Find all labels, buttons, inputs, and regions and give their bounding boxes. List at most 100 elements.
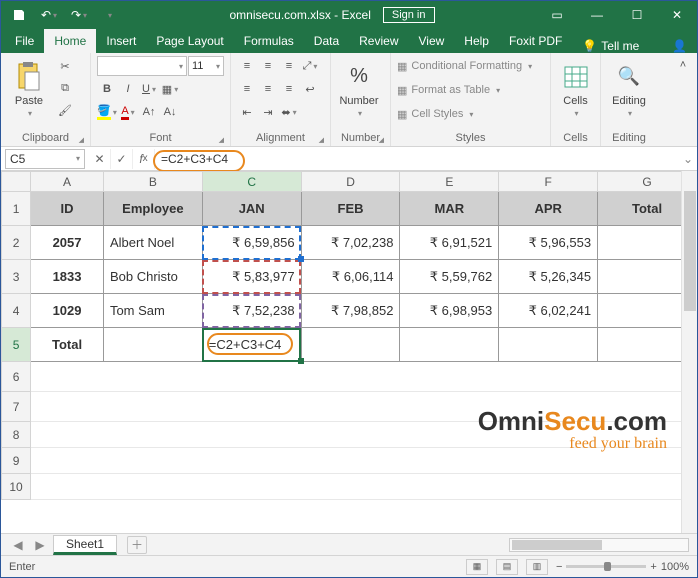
horizontal-scrollbar[interactable]: [509, 538, 689, 552]
zoom-slider[interactable]: [566, 565, 646, 568]
tab-data[interactable]: Data: [304, 29, 349, 53]
paste-button[interactable]: Paste ▾: [7, 56, 51, 122]
fill-color-button[interactable]: 🪣▾: [97, 102, 117, 122]
page-layout-view-button[interactable]: ▤: [496, 559, 518, 575]
zoom-level[interactable]: 100%: [661, 561, 689, 573]
cell-A3[interactable]: 1833: [31, 260, 104, 294]
format-painter-button[interactable]: 🖌: [55, 100, 75, 120]
cell-A1[interactable]: ID: [31, 192, 104, 226]
col-header-D[interactable]: D: [301, 172, 400, 192]
row-header-9[interactable]: 9: [2, 448, 31, 474]
cell-C1[interactable]: JAN: [202, 192, 301, 226]
cell-D3[interactable]: ₹ 6,06,114: [301, 260, 400, 294]
tab-formulas[interactable]: Formulas: [234, 29, 304, 53]
cells-button[interactable]: Cells ▾: [557, 56, 594, 122]
tab-home[interactable]: Home: [44, 29, 96, 53]
scrollbar-thumb[interactable]: [512, 540, 602, 550]
cell-styles-button[interactable]: ▦Cell Styles▾: [397, 104, 473, 124]
scrollbar-thumb[interactable]: [684, 191, 696, 311]
italic-button[interactable]: I: [118, 79, 138, 99]
zoom-out-button[interactable]: −: [556, 561, 562, 573]
align-left-button[interactable]: ≡: [237, 79, 257, 99]
row-header-4[interactable]: 4: [2, 294, 31, 328]
row-header-2[interactable]: 2: [2, 226, 31, 260]
cell-A4[interactable]: 1029: [31, 294, 104, 328]
col-header-C[interactable]: C: [202, 172, 301, 192]
cell-C3[interactable]: ₹ 5,83,977: [202, 260, 301, 294]
cell-B5[interactable]: [103, 328, 202, 362]
row-header-7[interactable]: 7: [2, 392, 31, 422]
sheet-nav-prev[interactable]: ◀: [9, 538, 27, 552]
empty-row[interactable]: [31, 362, 697, 392]
cell-B2[interactable]: Albert Noel: [103, 226, 202, 260]
bold-button[interactable]: B: [97, 79, 117, 99]
sheet-nav-next[interactable]: ▶: [31, 538, 49, 552]
cell-B1[interactable]: Employee: [103, 192, 202, 226]
font-combo[interactable]: ▾: [97, 56, 187, 76]
col-header-E[interactable]: E: [400, 172, 499, 192]
group-number-label[interactable]: Number: [337, 131, 384, 145]
worksheet-grid[interactable]: A B C D E F G 1 ID Employee JAN FEB MAR …: [1, 171, 697, 533]
row-header-6[interactable]: 6: [2, 362, 31, 392]
tab-review[interactable]: Review: [349, 29, 408, 53]
tab-view[interactable]: View: [409, 29, 455, 53]
tellme-button[interactable]: 💡 Tell me: [572, 39, 649, 53]
share-button[interactable]: 👤: [662, 39, 697, 53]
orientation-button[interactable]: ⤢▾: [300, 56, 320, 76]
collapse-ribbon-button[interactable]: ˄: [673, 55, 693, 75]
maximize-button[interactable]: ☐: [617, 1, 657, 29]
fx-button[interactable]: fx: [133, 149, 155, 169]
cell-E1[interactable]: MAR: [400, 192, 499, 226]
copy-button[interactable]: ⧉: [55, 78, 75, 98]
zoom-control[interactable]: − + 100%: [556, 561, 689, 573]
cell-E2[interactable]: ₹ 6,91,521: [400, 226, 499, 260]
enter-formula-button[interactable]: ✓: [111, 149, 133, 169]
col-header-B[interactable]: B: [103, 172, 202, 192]
redo-button[interactable]: ↷▾: [65, 3, 93, 27]
increase-font-button[interactable]: A↑: [139, 102, 159, 122]
group-clipboard-label[interactable]: Clipboard: [7, 131, 84, 145]
vertical-scrollbar[interactable]: [681, 171, 697, 533]
cell-F1[interactable]: APR: [499, 192, 598, 226]
cell-E4[interactable]: ₹ 6,98,953: [400, 294, 499, 328]
fill-handle-icon[interactable]: [298, 358, 304, 364]
expand-formula-bar-button[interactable]: ⌄: [679, 152, 697, 166]
cell-D5[interactable]: [301, 328, 400, 362]
editing-button[interactable]: 🔍 Editing ▾: [607, 56, 651, 122]
cell-D4[interactable]: ₹ 7,98,852: [301, 294, 400, 328]
select-all-corner[interactable]: [2, 172, 31, 192]
merge-button[interactable]: ⬌▾: [279, 102, 299, 122]
row-header-1[interactable]: 1: [2, 192, 31, 226]
cell-F4[interactable]: ₹ 6,02,241: [499, 294, 598, 328]
normal-view-button[interactable]: ▦: [466, 559, 488, 575]
row-header-8[interactable]: 8: [2, 422, 31, 448]
increase-indent-button[interactable]: ⇥: [258, 102, 278, 122]
wrap-text-button[interactable]: ↩: [300, 79, 320, 99]
cell-C4[interactable]: ₹ 7,52,238: [202, 294, 301, 328]
signin-button[interactable]: Sign in: [383, 7, 435, 23]
cell-B4[interactable]: Tom Sam: [103, 294, 202, 328]
empty-row[interactable]: [31, 474, 697, 500]
cut-button[interactable]: ✂: [55, 56, 75, 76]
align-top-button[interactable]: ≡: [237, 56, 257, 76]
cell-A2[interactable]: 2057: [31, 226, 104, 260]
zoom-in-button[interactable]: +: [650, 561, 656, 573]
tab-foxit[interactable]: Foxit PDF: [499, 29, 572, 53]
row-header-5[interactable]: 5: [2, 328, 31, 362]
tab-file[interactable]: File: [5, 29, 44, 53]
cell-B3[interactable]: Bob Christo: [103, 260, 202, 294]
align-middle-button[interactable]: ≡: [258, 56, 278, 76]
font-size-combo[interactable]: 11▾: [188, 56, 224, 76]
cancel-formula-button[interactable]: ✕: [89, 149, 111, 169]
cell-C5[interactable]: =C2+C3+C4: [202, 328, 301, 362]
close-button[interactable]: ✕: [657, 1, 697, 29]
cell-D1[interactable]: FEB: [301, 192, 400, 226]
underline-button[interactable]: U▾: [139, 79, 159, 99]
ribbon-options-button[interactable]: ▭: [537, 1, 577, 29]
sheet-tab-sheet1[interactable]: Sheet1: [53, 535, 117, 555]
format-as-table-button[interactable]: ▦Format as Table▾: [397, 80, 500, 100]
border-button[interactable]: ▦▾: [160, 79, 180, 99]
save-button[interactable]: [5, 3, 33, 27]
cell-F5[interactable]: [499, 328, 598, 362]
formula-input[interactable]: =C2+C3+C4: [155, 152, 679, 166]
